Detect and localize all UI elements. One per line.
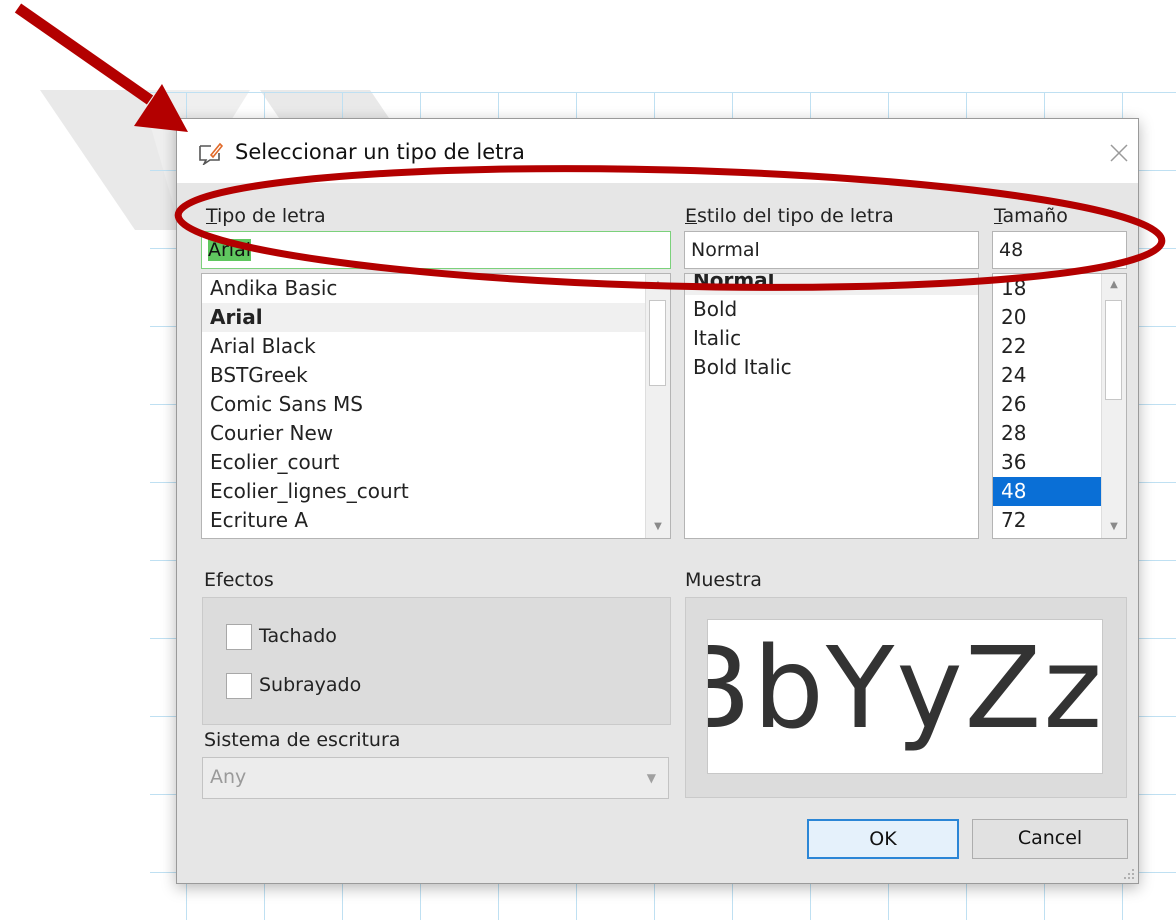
style-label: Estilo del tipo de letra: [685, 205, 894, 227]
size-list-item[interactable]: 28: [993, 419, 1101, 448]
font-list-item[interactable]: Ecriture A: [202, 506, 670, 535]
size-list-item[interactable]: 22: [993, 332, 1101, 361]
font-label: Tipo de letra: [206, 205, 326, 227]
size-list-item[interactable]: 36: [993, 448, 1101, 477]
font-list-item[interactable]: Arial: [202, 303, 670, 332]
style-input[interactable]: Normal: [684, 231, 979, 269]
font-list-item[interactable]: Ecolier_lignes_court: [202, 477, 670, 506]
font-dialog-icon: [199, 142, 223, 165]
underline-checkbox[interactable]: [226, 673, 252, 699]
font-dialog: Seleccionar un tipo de letra Tipo de let…: [176, 118, 1139, 884]
resize-grip-icon[interactable]: [1121, 866, 1135, 880]
style-list[interactable]: Normal Bold Italic Bold Italic: [684, 273, 979, 539]
size-list-scrollbar[interactable]: ▲ ▼: [1101, 274, 1126, 538]
scroll-thumb[interactable]: [649, 300, 666, 386]
size-list[interactable]: 18 20 22 24 26 28 36 48 72 ▲ ▼: [992, 273, 1127, 539]
scroll-up-icon[interactable]: ▲: [1102, 274, 1126, 296]
font-list-scrollbar[interactable]: ▲ ▼: [645, 274, 670, 538]
scroll-down-icon[interactable]: ▼: [646, 516, 670, 538]
scroll-up-icon[interactable]: ▲: [646, 274, 670, 296]
style-list-items: Normal Bold Italic Bold Italic: [685, 274, 978, 382]
font-list-item[interactable]: Comic Sans MS: [202, 390, 670, 419]
font-list-items: Andika Basic Arial Arial Black BSTGreek Comi…: [202, 274, 670, 535]
size-list-item[interactable]: 48: [993, 477, 1101, 506]
strikeout-checkbox[interactable]: [226, 624, 252, 650]
size-list-item[interactable]: 24: [993, 361, 1101, 390]
size-input[interactable]: 48: [992, 231, 1127, 269]
size-list-item[interactable]: 26: [993, 390, 1101, 419]
cancel-button[interactable]: Cancel: [972, 819, 1128, 859]
ok-button[interactable]: OK: [807, 819, 959, 859]
font-list-item[interactable]: Courier New: [202, 419, 670, 448]
effects-group: Tachado Subrayado: [202, 597, 671, 725]
scroll-thumb[interactable]: [1105, 300, 1122, 400]
effects-label: Efectos: [204, 569, 274, 591]
size-list-item[interactable]: 72: [993, 506, 1101, 535]
style-list-item[interactable]: Normal: [685, 274, 978, 295]
font-input-value: Arial: [208, 239, 252, 261]
sample-label: Muestra: [685, 569, 762, 591]
title-bar: Seleccionar un tipo de letra: [177, 119, 1138, 183]
dialog-title: Seleccionar un tipo de letra: [235, 140, 525, 164]
scroll-down-icon[interactable]: ▼: [1102, 516, 1126, 538]
chevron-down-icon: ▼: [646, 771, 656, 785]
size-label: Tamaño: [994, 205, 1068, 227]
writing-system-select[interactable]: Any ▼: [202, 757, 669, 799]
font-list-item[interactable]: Ecolier_court: [202, 448, 670, 477]
size-list-item[interactable]: 20: [993, 303, 1101, 332]
font-input[interactable]: Arial: [201, 231, 671, 269]
font-list-item[interactable]: Andika Basic: [202, 274, 670, 303]
sample-preview: BbYyZz: [707, 619, 1103, 774]
sample-text: BbYyZz: [707, 624, 1103, 754]
font-list[interactable]: Andika Basic Arial Arial Black BSTGreek Comi…: [201, 273, 671, 539]
style-list-item[interactable]: Bold: [685, 295, 978, 324]
size-list-items: 18 20 22 24 26 28 36 48 72: [993, 274, 1101, 535]
writing-system-value: Any: [210, 766, 247, 788]
strikeout-label: Tachado: [259, 625, 337, 647]
font-list-item[interactable]: BSTGreek: [202, 361, 670, 390]
size-list-item[interactable]: 18: [993, 274, 1101, 303]
font-list-item[interactable]: Arial Black: [202, 332, 670, 361]
underline-label: Subrayado: [259, 674, 362, 696]
style-list-item[interactable]: Bold Italic: [685, 353, 978, 382]
close-icon[interactable]: [1107, 141, 1131, 165]
writing-system-label: Sistema de escritura: [204, 729, 401, 751]
style-list-item[interactable]: Italic: [685, 324, 978, 353]
